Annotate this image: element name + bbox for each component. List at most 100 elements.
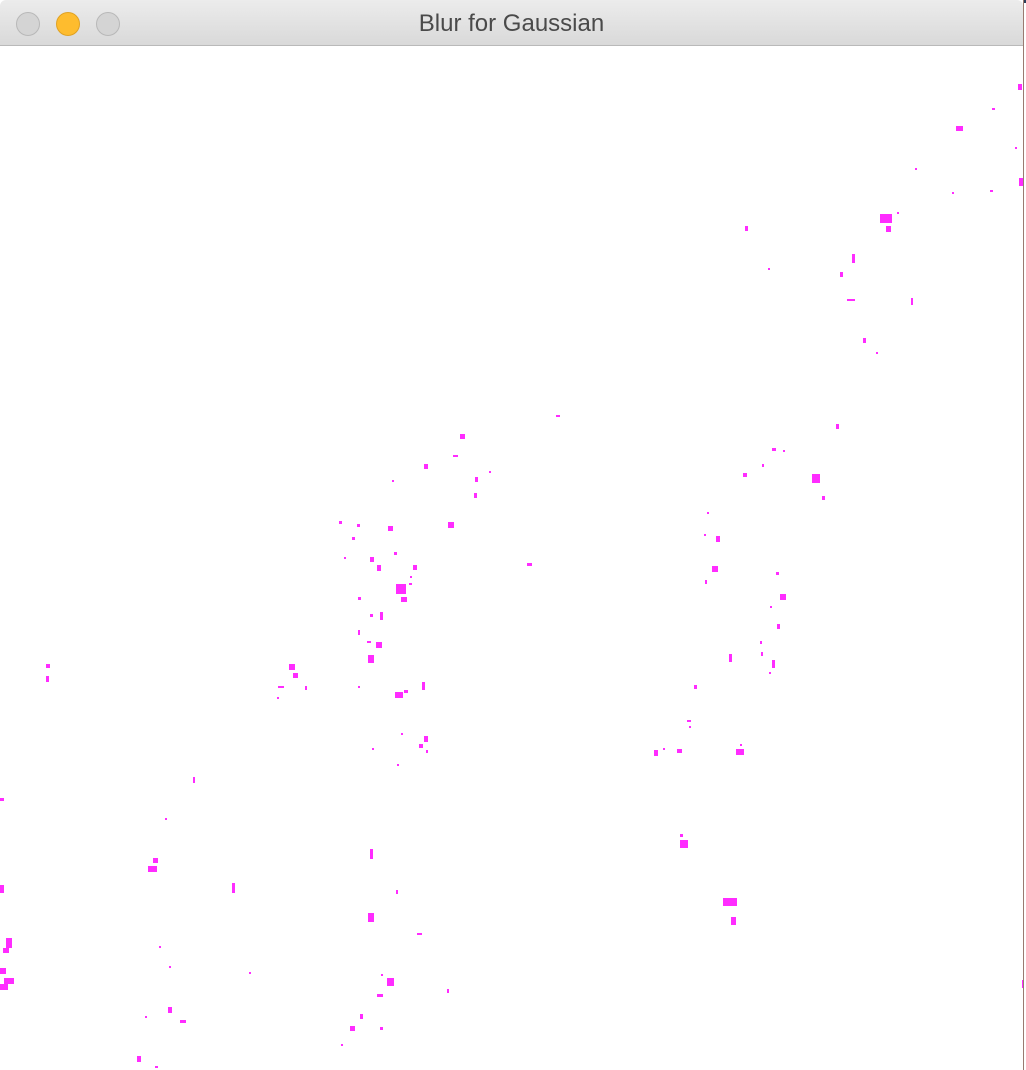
pixel-cluster	[358, 597, 361, 600]
pixel-cluster	[424, 464, 428, 469]
pixel-cluster	[278, 686, 284, 688]
pixel-cluster	[654, 750, 658, 756]
pixel-cluster	[145, 1016, 147, 1018]
pixel-cluster	[761, 652, 763, 656]
pixel-cluster	[352, 537, 355, 540]
pixel-cluster	[852, 254, 855, 263]
pixel-cluster	[401, 597, 407, 602]
pixel-cluster	[360, 1014, 363, 1019]
pixel-cluster	[377, 565, 381, 571]
pixel-cluster	[395, 692, 403, 698]
pixel-cluster	[193, 777, 195, 783]
pixel-cluster	[341, 1044, 343, 1046]
image-canvas	[0, 46, 1023, 1070]
pixel-cluster	[169, 966, 171, 968]
pixel-cluster	[716, 536, 720, 542]
pixel-cluster	[357, 524, 360, 527]
pixel-cluster	[489, 471, 491, 473]
pixel-cluster	[392, 480, 394, 482]
pixel-cluster	[370, 557, 374, 562]
pixel-cluster	[137, 1056, 141, 1062]
pixel-cluster	[453, 455, 458, 457]
pixel-cluster	[740, 744, 742, 746]
pixel-cluster	[370, 849, 373, 859]
pixel-cluster	[745, 226, 748, 231]
pixel-cluster	[148, 866, 157, 872]
pixel-cluster	[419, 744, 423, 748]
pixel-cluster	[689, 726, 691, 728]
pixel-cluster	[180, 1020, 186, 1023]
pixel-cluster	[368, 655, 374, 663]
pixel-cluster	[663, 748, 665, 750]
pixel-cluster	[232, 883, 235, 893]
pixel-cluster	[153, 858, 158, 863]
pixel-cluster	[6, 938, 12, 948]
window-titlebar[interactable]: Blur for Gaussian	[0, 0, 1023, 46]
window-title: Blur for Gaussian	[418, 10, 605, 37]
pixel-cluster	[952, 192, 954, 194]
pixel-cluster	[956, 126, 963, 131]
pixel-cluster	[915, 168, 917, 170]
pixel-cluster	[772, 660, 775, 668]
pixel-cluster	[687, 720, 691, 722]
blur-output-image	[0, 84, 1023, 1068]
pixel-cluster	[836, 424, 839, 429]
pixel-cluster	[396, 584, 406, 594]
pixel-cluster	[305, 686, 307, 690]
pixel-cluster	[424, 736, 428, 742]
pixel-cluster	[768, 268, 770, 270]
pixel-cluster	[394, 552, 397, 555]
pixel-cluster	[155, 1066, 158, 1068]
pixel-cluster	[46, 676, 49, 682]
pixel-cluster	[401, 733, 403, 735]
pixel-cluster	[46, 664, 50, 668]
pixel-cluster	[880, 214, 892, 223]
pixel-cluster	[897, 212, 899, 214]
pixel-cluster	[396, 890, 398, 894]
pixel-cluster	[410, 576, 412, 578]
pixel-cluster	[840, 272, 843, 277]
pixel-cluster	[289, 664, 295, 670]
pixel-cluster	[762, 464, 764, 467]
pixel-cluster	[712, 566, 718, 572]
pixel-cluster	[367, 641, 371, 643]
pixel-cluster	[380, 612, 383, 620]
pixel-cluster	[404, 690, 408, 693]
pixel-cluster	[447, 989, 449, 993]
pixel-cluster	[680, 834, 683, 837]
pixel-cluster	[0, 984, 8, 990]
pixel-cluster	[770, 606, 772, 608]
pixel-cluster	[0, 968, 6, 974]
pixel-cluster	[812, 474, 820, 483]
pixel-cluster	[705, 580, 707, 584]
pixel-cluster	[677, 749, 682, 753]
pixel-cluster	[293, 673, 298, 678]
pixel-cluster	[876, 352, 878, 354]
pixel-cluster	[448, 522, 454, 528]
pixel-cluster	[731, 917, 736, 925]
pixel-cluster	[249, 972, 251, 974]
pixel-cluster	[1018, 84, 1022, 90]
pixel-cluster	[388, 526, 393, 531]
pixel-cluster	[776, 572, 779, 575]
pixel-cluster	[426, 750, 428, 753]
pixel-cluster	[159, 946, 161, 948]
pixel-cluster	[777, 624, 780, 629]
pixel-cluster	[0, 798, 4, 801]
pixel-cluster	[422, 682, 425, 690]
pixel-cluster	[822, 496, 825, 500]
pixel-cluster	[474, 493, 477, 498]
pixel-cluster	[863, 338, 866, 343]
pixel-cluster	[475, 477, 478, 482]
pixel-cluster	[886, 226, 891, 232]
pixel-cluster	[165, 818, 167, 820]
pixel-cluster	[413, 565, 417, 570]
pixel-cluster	[344, 557, 346, 559]
pixel-cluster	[3, 948, 9, 953]
pixel-cluster	[704, 534, 706, 536]
pixel-cluster	[4, 978, 14, 984]
pixel-cluster	[358, 686, 360, 688]
pixel-cluster	[780, 594, 786, 600]
pixel-cluster	[368, 913, 374, 922]
pixel-cluster	[990, 190, 993, 192]
